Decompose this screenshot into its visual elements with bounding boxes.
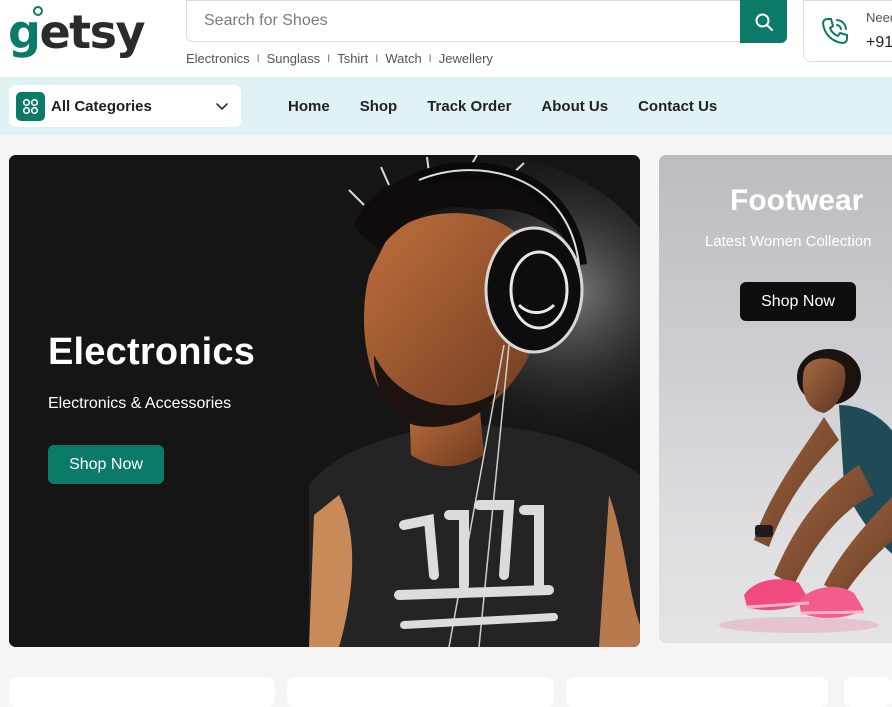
- runner-woman-illustration: [719, 349, 892, 633]
- contact-box[interactable]: Need +91: [803, 0, 892, 62]
- chevron-down-icon: [216, 103, 228, 110]
- main-nav: Home Shop Track Order About Us Contact U…: [288, 77, 747, 135]
- grid-icon: [16, 91, 45, 121]
- footwear-shop-now-button[interactable]: Shop Now: [740, 282, 856, 321]
- quick-link-separator: I: [256, 52, 260, 65]
- quick-link-separator: I: [375, 52, 379, 65]
- quick-link-jewellery[interactable]: Jewellery: [439, 51, 493, 66]
- quick-link-sunglass[interactable]: Sunglass: [267, 51, 320, 66]
- nav-contact-us[interactable]: Contact Us: [638, 98, 717, 115]
- category-card[interactable]: [566, 677, 828, 707]
- quick-link-separator: I: [428, 52, 432, 65]
- electronics-banner-title: Electronics: [48, 331, 256, 373]
- search-bar: [186, 0, 787, 43]
- search-icon: [755, 13, 773, 31]
- contact-number: +91: [866, 34, 892, 51]
- search-input[interactable]: [187, 1, 739, 41]
- electronics-shop-now-button[interactable]: Shop Now: [48, 445, 164, 484]
- contact-label: Need: [866, 10, 892, 25]
- category-card[interactable]: [9, 677, 275, 707]
- footwear-banner-title: Footwear: [730, 184, 864, 217]
- logo-dot: [33, 6, 43, 16]
- electronics-banner[interactable]: Electronics Electronics & Accessories Sh…: [9, 155, 640, 647]
- footwear-banner-subtitle: Latest Women Collection: [705, 233, 872, 250]
- brand-logo[interactable]: getsy: [8, 2, 145, 62]
- nav-home[interactable]: Home: [288, 98, 330, 115]
- nav-about-us[interactable]: About Us: [541, 98, 608, 115]
- footwear-banner[interactable]: Footwear Latest Women Collection Shop No…: [659, 155, 892, 643]
- electronics-banner-subtitle: Electronics & Accessories: [48, 395, 232, 412]
- all-categories-dropdown[interactable]: All Categories: [9, 85, 241, 127]
- quick-link-electronics[interactable]: Electronics: [186, 51, 250, 66]
- category-card[interactable]: [287, 677, 554, 707]
- nav-track-order[interactable]: Track Order: [427, 98, 511, 115]
- quick-link-separator: I: [327, 52, 331, 65]
- nav-shop[interactable]: Shop: [360, 98, 398, 115]
- nav-bar: All Categories Home Shop Track Order Abo…: [0, 77, 892, 135]
- category-card[interactable]: [844, 677, 892, 707]
- quick-link-watch[interactable]: Watch: [385, 51, 421, 66]
- logo-wordmark: etsy: [39, 5, 145, 59]
- all-categories-label: All Categories: [51, 97, 152, 115]
- quick-links: Electronics I Sunglass I Tshirt I Watch …: [186, 51, 493, 66]
- top-bar: getsy Electronics I Sunglass I Tshirt I …: [0, 0, 892, 77]
- quick-link-tshirt[interactable]: Tshirt: [337, 51, 368, 66]
- search-button[interactable]: [740, 0, 787, 43]
- phone-icon: [822, 18, 848, 44]
